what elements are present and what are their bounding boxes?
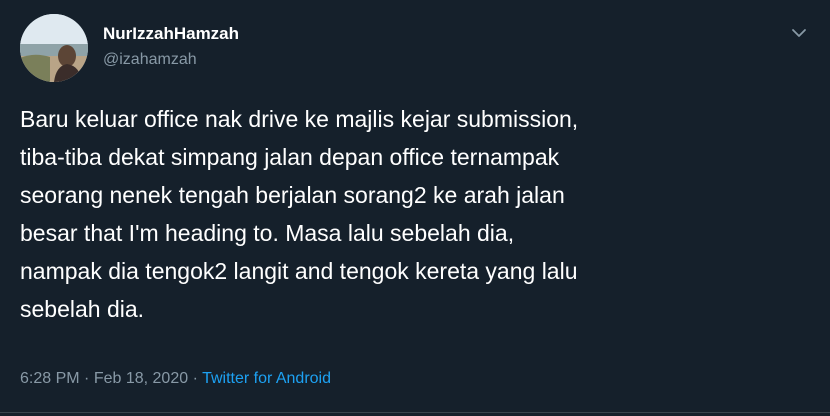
tweet-meta: 6:28 PM · Feb 18, 2020 · Twitter for And… <box>20 370 331 388</box>
tweet-date[interactable]: Feb 18, 2020 <box>94 370 188 387</box>
tweet-card: NurIzzahHamzah @izahamzah Baru keluar of… <box>0 0 830 416</box>
display-name[interactable]: NurIzzahHamzah <box>103 24 239 44</box>
tweet-text: Baru keluar office nak drive ke majlis k… <box>20 106 579 322</box>
avatar[interactable] <box>20 14 88 82</box>
user-handle[interactable]: @izahamzah <box>103 51 197 69</box>
meta-separator: · <box>192 370 198 387</box>
tweet-source-link[interactable]: Twitter for Android <box>202 370 331 387</box>
divider <box>0 412 830 413</box>
tweet-time[interactable]: 6:28 PM <box>20 370 80 387</box>
chevron-down-icon[interactable] <box>788 22 810 44</box>
meta-separator: · <box>84 370 90 387</box>
profile-photo-icon <box>20 14 88 82</box>
